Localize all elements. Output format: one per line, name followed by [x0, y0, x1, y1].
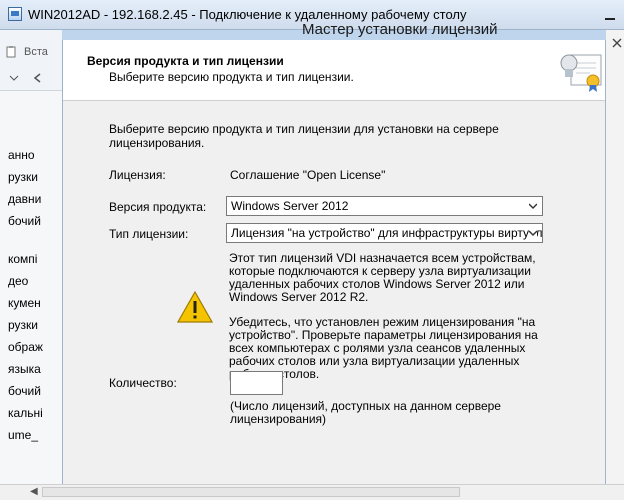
- background-toolbar: Вста: [0, 30, 62, 91]
- quantity-input[interactable]: [230, 371, 283, 395]
- list-item[interactable]: ume_: [8, 428, 38, 442]
- license-type-label: Тип лицензии:: [109, 227, 189, 241]
- toolbar-paste-label[interactable]: Вста: [24, 46, 48, 58]
- chevron-down-icon: [529, 203, 537, 209]
- certificate-icon: [560, 54, 602, 92]
- product-version-label: Версия продукта:: [109, 200, 207, 214]
- chevron-down-icon: [529, 229, 537, 237]
- list-item[interactable]: рузки: [8, 170, 38, 184]
- product-version-select[interactable]: Windows Server 2012: [226, 196, 543, 216]
- wizard-header: Версия продукта и тип лицензии Выберите …: [63, 40, 605, 101]
- license-type-value: Лицензия "на устройство" для инфраструкт…: [231, 226, 543, 240]
- license-type-select[interactable]: Лицензия "на устройство" для инфраструкт…: [226, 223, 543, 243]
- license-label: Лицензия:: [109, 168, 166, 182]
- list-item[interactable]: языка: [8, 362, 41, 376]
- page-title: Версия продукта и тип лицензии: [87, 54, 284, 68]
- warning-icon: [177, 291, 213, 323]
- license-value: Соглашение "Open License": [230, 168, 386, 182]
- dialog-title-bar: Мастер установки лицензий: [62, 21, 606, 40]
- list-item[interactable]: рузки: [8, 318, 38, 332]
- dropdown-arrow-icon[interactable]: [8, 72, 20, 84]
- list-item[interactable]: део: [8, 274, 28, 288]
- quantity-hint: (Число лицензий, доступных на данном сер…: [230, 399, 501, 426]
- list-item[interactable]: анно: [8, 148, 35, 162]
- horizontal-scrollbar[interactable]: ◀: [0, 484, 624, 500]
- scrollbar-thumb[interactable]: [42, 487, 460, 497]
- list-item[interactable]: давни: [8, 192, 41, 206]
- dialog-window-title: Мастер установки лицензий: [302, 21, 498, 38]
- list-item[interactable]: кальні: [8, 406, 43, 420]
- background-window-edge: [605, 30, 624, 499]
- rdp-window-title: WIN2012AD - 192.168.2.45 - Подключение к…: [28, 7, 467, 22]
- page-subtitle: Выберите версию продукта и тип лицензии.: [109, 70, 354, 84]
- license-wizard-dialog: Версия продукта и тип лицензии Выберите …: [62, 40, 606, 499]
- paste-icon[interactable]: [6, 46, 18, 58]
- nav-back-icon[interactable]: [32, 72, 44, 84]
- close-icon[interactable]: [612, 38, 622, 48]
- intro-text: Выберите версию продукта и тип лицензии …: [109, 122, 499, 150]
- list-item[interactable]: ображ: [8, 340, 43, 354]
- list-item[interactable]: кумен: [8, 296, 41, 310]
- list-item[interactable]: бочий: [8, 384, 41, 398]
- product-version-value: Windows Server 2012: [231, 199, 349, 213]
- scroll-left-icon[interactable]: ◀: [30, 486, 38, 497]
- license-type-description: Этот тип лицензий VDI назначается всем у…: [229, 251, 536, 304]
- remote-desktop-icon: [8, 7, 22, 21]
- minimize-icon[interactable]: [604, 8, 616, 22]
- background-window: Вста анно рузки давни бочий компі део ку…: [0, 30, 63, 499]
- list-item[interactable]: бочий: [8, 214, 41, 228]
- quantity-label: Количество:: [109, 376, 177, 390]
- list-item[interactable]: компі: [8, 252, 37, 266]
